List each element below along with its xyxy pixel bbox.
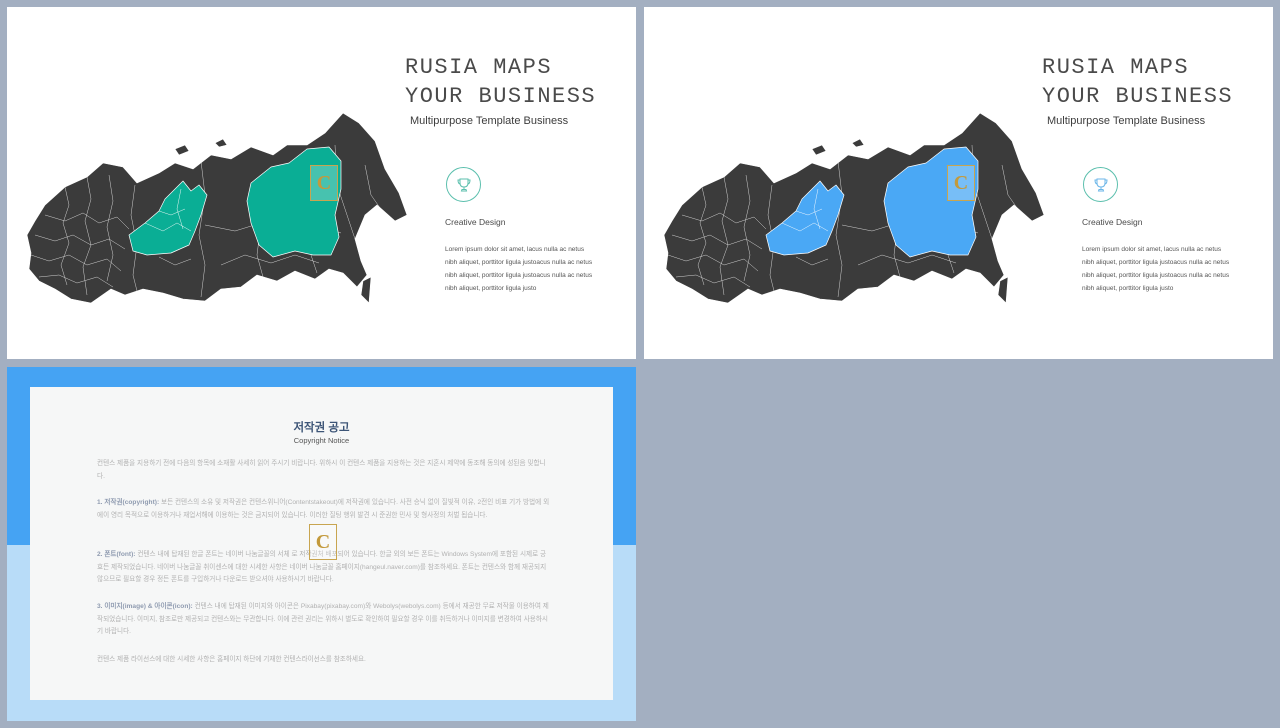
- watermark-logo: C: [947, 165, 975, 201]
- feature-description: Lorem ipsum dolor sit amet, lacus nulla …: [1082, 246, 1230, 292]
- feature-title: Creative Design: [1082, 217, 1143, 227]
- feature-description: Lorem ipsum dolor sit amet, lacus nulla …: [445, 246, 593, 292]
- title-line-2: YOUR BUSINESS: [1042, 84, 1234, 109]
- copyright-notice-card: 저작권 공고 Copyright Notice 컨텐스 제품을 지용하기 전에 …: [30, 387, 613, 700]
- notice-footer: 컨텐스 제품 라이선스에 대한 시세한 사항은 홈페이지 하단에 기재한 컨텐스…: [97, 656, 366, 663]
- section-heading: 2. 폰트(font):: [97, 551, 136, 558]
- watermark-logo: C: [310, 165, 338, 201]
- notice-section-image: 3. 이미지(image) & 아이콘(icon): 컨텐스 내에 탑재된 이미…: [97, 601, 551, 639]
- slide-title: RUSIA MAPS YOUR BUSINESS: [405, 53, 596, 111]
- title-line-1: RUSIA MAPS: [405, 55, 553, 80]
- section-heading: 1. 저작권(copyright):: [97, 499, 160, 506]
- section-heading: 3. 이미지(image) & 아이콘(icon):: [97, 603, 193, 610]
- watermark-letter: C: [315, 531, 331, 553]
- russia-map: [26, 112, 408, 304]
- slide-thumbnail-1[interactable]: C RUSIA MAPS YOUR BUSINESS Multipurpose …: [7, 7, 636, 359]
- notice-title: 저작권 공고: [293, 422, 350, 434]
- slide-subtitle: Multipurpose Template Business: [410, 115, 569, 127]
- russia-map: [663, 112, 1045, 304]
- title-line-1: RUSIA MAPS: [1042, 55, 1190, 80]
- slide-subtitle: Multipurpose Template Business: [1047, 115, 1206, 127]
- watermark-logo: C: [309, 524, 337, 560]
- trophy-icon: [1093, 178, 1108, 191]
- slide-thumbnail-3[interactable]: 저작권 공고 Copyright Notice 컨텐스 제품을 지용하기 전에 …: [7, 367, 636, 721]
- trophy-badge: [446, 167, 481, 202]
- watermark-letter: C: [953, 172, 969, 194]
- notice-subtitle: Copyright Notice: [293, 436, 350, 445]
- trophy-icon: [456, 178, 471, 191]
- slide-title: RUSIA MAPS YOUR BUSINESS: [1042, 53, 1233, 111]
- watermark-letter: C: [316, 172, 332, 194]
- section-body: 보든 컨텐스의 소유 및 저작권은 컨텐스위니어(Contentstakeout…: [97, 499, 550, 519]
- feature-title: Creative Design: [445, 217, 506, 227]
- notice-section-copyright: 1. 저작권(copyright): 보든 컨텐스의 소유 및 저작권은 컨텐스…: [97, 497, 551, 522]
- notice-intro: 컨텐스 제품을 지용하기 전에 다음의 항목에 소재활 사세히 읽어 주시기 비…: [97, 460, 546, 480]
- title-line-2: YOUR BUSINESS: [405, 84, 597, 109]
- slide-thumbnail-2[interactable]: C RUSIA MAPS YOUR BUSINESS Multipurpose …: [644, 7, 1273, 359]
- trophy-badge: [1083, 167, 1118, 202]
